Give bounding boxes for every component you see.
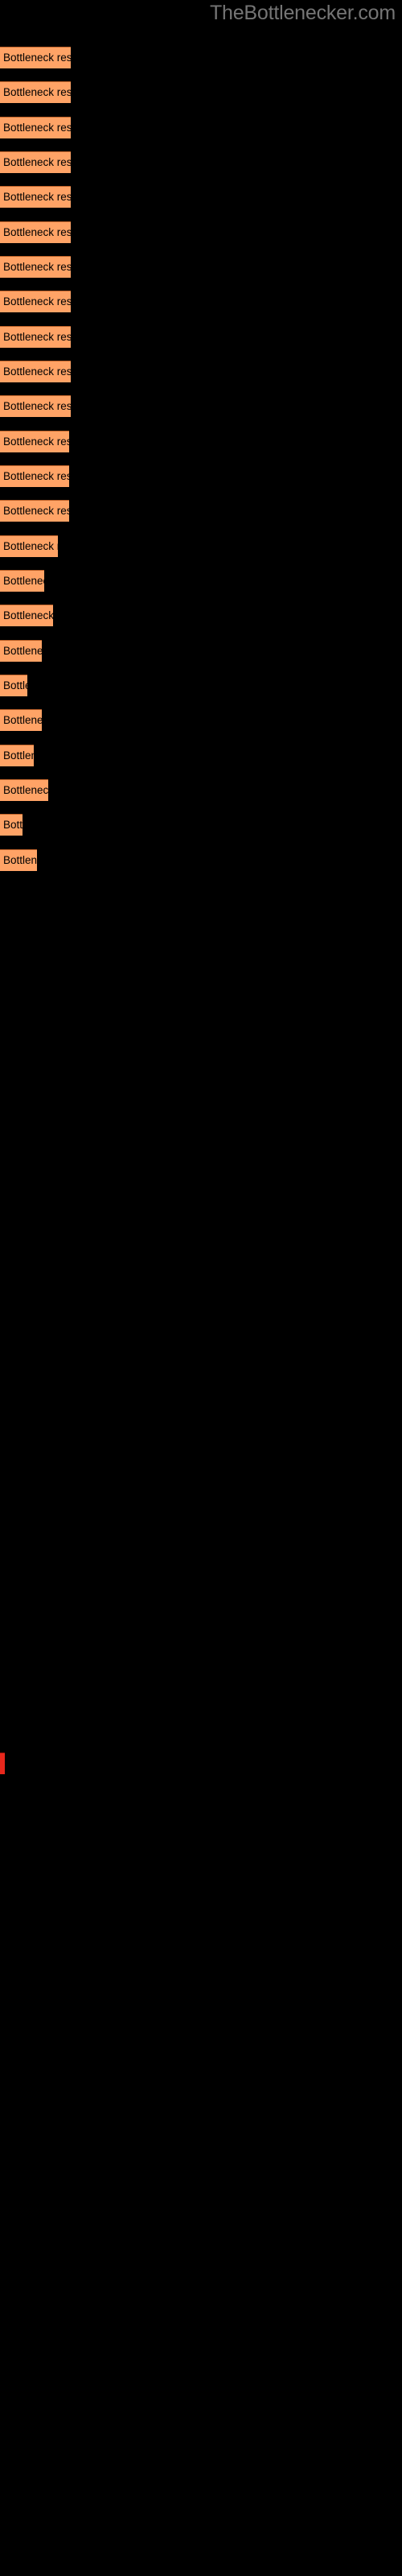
- bar-14[interactable]: Bottleneck result: [0, 500, 69, 522]
- bar-15[interactable]: Bottleneck result: [0, 535, 58, 557]
- bar-25[interactable]: [0, 1752, 5, 1774]
- bar-row: Bottleneck result: [0, 814, 402, 836]
- bar-6[interactable]: Bottleneck result: [0, 221, 71, 243]
- bar-row: Bottleneck result: [0, 640, 402, 662]
- bar-label: Bottleneck result: [3, 365, 71, 378]
- bar-5[interactable]: Bottleneck result: [0, 186, 71, 208]
- bar-4[interactable]: Bottleneck result: [0, 151, 71, 173]
- bar-row: Bottleneck result: [0, 709, 402, 731]
- bar-label: Bottleneck result: [3, 52, 71, 64]
- bar-row: Bottleneck result: [0, 221, 402, 243]
- bar-17[interactable]: Bottleneck result: [0, 605, 53, 626]
- bar-label: Bottleneck result: [3, 784, 48, 796]
- bar-label: Bottleneck result: [3, 156, 71, 168]
- bar-7[interactable]: Bottleneck result: [0, 256, 71, 278]
- bar-23[interactable]: Bottleneck result: [0, 814, 23, 836]
- bar-row: Bottleneck result: [0, 256, 402, 278]
- bar-label: Bottleneck result: [3, 122, 71, 134]
- bar-21[interactable]: Bottleneck result: [0, 745, 34, 766]
- bar-label: Bottleneck result: [3, 749, 34, 762]
- bar-label: Bottleneck result: [3, 331, 71, 343]
- bar-row: Bottleneck result: [0, 849, 402, 871]
- bar-label: Bottleneck result: [3, 261, 71, 273]
- bar-row: Bottleneck result: [0, 779, 402, 801]
- bar-2[interactable]: Bottleneck result: [0, 81, 71, 103]
- bar-label: Bottleneck result: [3, 819, 23, 831]
- bar-row: Bottleneck result: [0, 570, 402, 592]
- bar-label: Bottleneck result: [3, 505, 69, 517]
- bar-label: Bottleneck result: [3, 191, 71, 203]
- bar-row: Bottleneck result: [0, 431, 402, 452]
- bar-19[interactable]: Bottleneck result: [0, 675, 27, 696]
- bar-22[interactable]: Bottleneck result: [0, 779, 48, 801]
- bar-8[interactable]: Bottleneck result: [0, 291, 71, 312]
- bar-row: Bottleneck result: [0, 605, 402, 626]
- bar-row: Bottleneck result: [0, 326, 402, 348]
- bar-11[interactable]: Bottleneck result: [0, 395, 71, 417]
- bar-20[interactable]: Bottleneck result: [0, 709, 42, 731]
- bar-label: Bottleneck result: [3, 714, 42, 726]
- bar-row: [0, 1752, 402, 1774]
- bar-label: Bottleneck result: [3, 540, 58, 552]
- bar-24[interactable]: Bottleneck result: [0, 849, 37, 871]
- bar-row: Bottleneck result: [0, 500, 402, 522]
- bar-label: Bottleneck result: [3, 400, 71, 412]
- bar-row: Bottleneck result: [0, 186, 402, 208]
- bar-row: Bottleneck result: [0, 291, 402, 312]
- bar-label: Bottleneck result: [3, 470, 69, 482]
- bar-label: Bottleneck result: [3, 226, 71, 238]
- bar-16[interactable]: Bottleneck result: [0, 570, 44, 592]
- bar-row: Bottleneck result: [0, 745, 402, 766]
- bar-label: Bottleneck result: [3, 854, 37, 866]
- bar-13[interactable]: Bottleneck result: [0, 465, 69, 487]
- bar-18[interactable]: Bottleneck result: [0, 640, 42, 662]
- bar-3[interactable]: Bottleneck result: [0, 117, 71, 138]
- bar-row: Bottleneck result: [0, 361, 402, 382]
- bar-row: Bottleneck result: [0, 535, 402, 557]
- bar-row: Bottleneck result: [0, 47, 402, 68]
- bar-12[interactable]: Bottleneck result: [0, 431, 69, 452]
- bar-row: Bottleneck result: [0, 151, 402, 173]
- bar-1[interactable]: Bottleneck result: [0, 47, 71, 68]
- bar-9[interactable]: Bottleneck result: [0, 326, 71, 348]
- bar-label: Bottleneck result: [3, 645, 42, 657]
- bar-row: Bottleneck result: [0, 117, 402, 138]
- bar-label: Bottleneck result: [3, 679, 27, 691]
- bar-label: Bottleneck result: [3, 609, 53, 621]
- bar-label: Bottleneck result: [3, 295, 71, 308]
- bar-10[interactable]: Bottleneck result: [0, 361, 71, 382]
- bar-label: Bottleneck result: [3, 436, 69, 448]
- bar-label: Bottleneck result: [3, 575, 44, 587]
- bar-label: Bottleneck result: [3, 86, 71, 98]
- bar-row: Bottleneck result: [0, 81, 402, 103]
- bottleneck-bar-chart: Bottleneck result Bottleneck result Bottle…: [0, 0, 402, 2576]
- bar-row: Bottleneck result: [0, 465, 402, 487]
- bar-row: Bottleneck result: [0, 675, 402, 696]
- bar-row: Bottleneck result: [0, 395, 402, 417]
